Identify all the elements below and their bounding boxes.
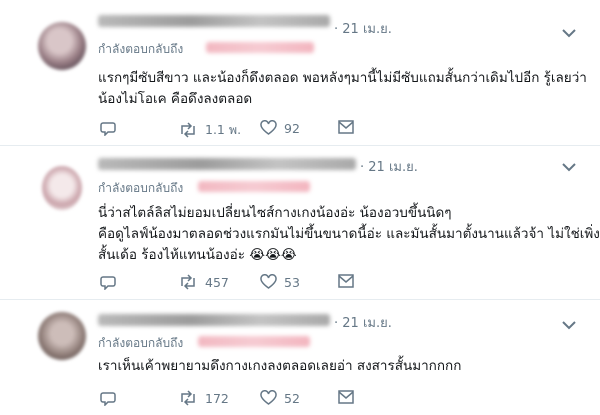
- replying-to-handle-redacted[interactable]: [206, 42, 314, 53]
- reply-button[interactable]: [100, 390, 116, 406]
- avatar[interactable]: [38, 22, 86, 70]
- tweet-text-line: คือดูไลฟ์น้องมาตลอดช่วงแรกมันไม่ขึ้นขนาด…: [98, 226, 600, 242]
- retweet-count: 1.1 พ.: [205, 122, 242, 137]
- reply-icon: [100, 276, 116, 290]
- avatar[interactable]: [38, 312, 86, 360]
- chevron-down-icon[interactable]: [562, 28, 576, 38]
- heart-icon: [260, 120, 277, 135]
- envelope-icon: [338, 390, 354, 404]
- retweet-icon: [181, 390, 195, 406]
- reply-icon: [100, 392, 116, 406]
- retweet-icon: [181, 122, 195, 138]
- like-button[interactable]: 92: [260, 120, 300, 136]
- tweet-1[interactable]: · 21 เม.ย. กำลังตอบกลับถึง แรกๆมีซับสีขา…: [0, 0, 600, 146]
- like-count: 92: [284, 120, 300, 136]
- user-name-redacted[interactable]: [98, 158, 356, 170]
- retweet-count: 457: [205, 274, 229, 290]
- message-button[interactable]: [338, 274, 354, 288]
- envelope-icon: [338, 274, 354, 288]
- like-count: 52: [284, 390, 300, 406]
- heart-icon: [260, 274, 277, 289]
- tweet-timestamp[interactable]: · 21 เม.ย.: [334, 18, 392, 39]
- tweet-actions: 172 52: [98, 390, 478, 410]
- tweet-2[interactable]: · 21 เม.ย. กำลังตอบกลับถึง นี่ว่าสไตล์ลิ…: [0, 146, 600, 300]
- retweet-count: 172: [205, 390, 229, 406]
- tweet-actions: 1.1 พ. 92: [98, 120, 478, 140]
- tweet-text-line: แรกๆมีซับสีขาว และน้องก็ดึงตลอด พอหลังๆม…: [98, 70, 587, 86]
- tweet-text-line: สั้นเด้อ ร้องไห้แทนน้องอ่ะ 😭😭😭: [98, 247, 297, 263]
- tweet-actions: 457 53: [98, 274, 478, 294]
- like-button[interactable]: 52: [260, 390, 300, 406]
- like-button[interactable]: 53: [260, 274, 300, 290]
- tweet-text-line: น้องไม่โอเค คือดึงลงตลอด: [98, 91, 253, 107]
- replying-to-label: กำลังตอบกลับถึง: [98, 42, 184, 56]
- heart-icon: [260, 390, 277, 405]
- tweet-timestamp[interactable]: · 21 เม.ย.: [360, 156, 418, 177]
- tweet-text-line: เราเห็นเค้าพยายามดึงกางเกงลงตลอดเลยอ่า ส…: [98, 358, 462, 374]
- tweet-text: เราเห็นเค้าพยายามดึงกางเกงลงตลอดเลยอ่า ส…: [98, 356, 461, 377]
- replying-to-handle-redacted[interactable]: [198, 181, 310, 192]
- replying-to-label: กำลังตอบกลับถึง: [98, 336, 184, 350]
- replying-to-label: กำลังตอบกลับถึง: [98, 181, 184, 195]
- tweet-3[interactable]: · 21 เม.ย. กำลังตอบกลับถึง เราเห็นเค้าพย…: [0, 300, 600, 415]
- message-button[interactable]: [338, 390, 354, 404]
- user-name-redacted[interactable]: [98, 15, 330, 27]
- tweet-text: นี่ว่าสไตล์ลิสไม่ยอมเปลี่ยนไซส์กางเกงน้อ…: [98, 203, 600, 266]
- user-name-redacted[interactable]: [98, 314, 330, 326]
- like-count: 53: [284, 274, 300, 290]
- chevron-down-icon[interactable]: [562, 320, 576, 330]
- replying-to-handle-redacted[interactable]: [198, 336, 310, 347]
- retweet-button[interactable]: 457: [178, 274, 229, 290]
- reply-button[interactable]: [100, 120, 116, 136]
- tweet-timestamp[interactable]: · 21 เม.ย.: [334, 312, 392, 333]
- retweet-button[interactable]: 1.1 พ.: [178, 120, 241, 140]
- chevron-down-icon[interactable]: [562, 162, 576, 172]
- message-button[interactable]: [338, 120, 354, 134]
- tweet-text: แรกๆมีซับสีขาว และน้องก็ดึงตลอด พอหลังๆม…: [98, 68, 587, 110]
- reply-feed: · 21 เม.ย. กำลังตอบกลับถึง แรกๆมีซับสีขา…: [0, 0, 600, 415]
- reply-button[interactable]: [100, 274, 116, 290]
- tweet-text-line: นี่ว่าสไตล์ลิสไม่ยอมเปลี่ยนไซส์กางเกงน้อ…: [98, 205, 452, 221]
- reply-icon: [100, 122, 116, 136]
- envelope-icon: [338, 120, 354, 134]
- avatar[interactable]: [42, 166, 82, 210]
- retweet-icon: [181, 274, 195, 290]
- retweet-button[interactable]: 172: [178, 390, 229, 406]
